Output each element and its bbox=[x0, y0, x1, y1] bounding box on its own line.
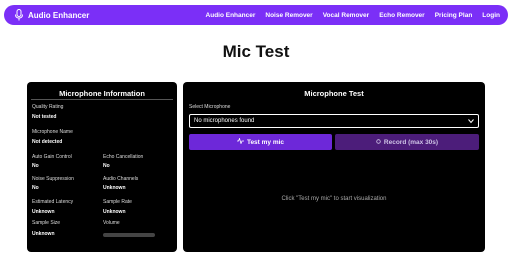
mic-name-label: Microphone Name bbox=[32, 129, 73, 135]
sample-rate-value: Unknown bbox=[103, 209, 126, 215]
test-mic-button[interactable]: Test my mic bbox=[189, 134, 332, 150]
top-navbar: Audio Enhancer Audio Enhancer Noise Remo… bbox=[4, 5, 508, 25]
nav-link-audio-enhancer[interactable]: Audio Enhancer bbox=[206, 12, 256, 19]
brand-name: Audio Enhancer bbox=[28, 10, 90, 20]
page-title: Mic Test bbox=[222, 42, 290, 61]
sample-size-label: Sample Size bbox=[32, 220, 61, 226]
echo-cancel-value: No bbox=[103, 163, 110, 169]
brand-logo[interactable]: Audio Enhancer bbox=[14, 9, 89, 21]
volume-meter bbox=[103, 233, 155, 237]
quality-rating-value: Not tested bbox=[32, 114, 57, 120]
microphone-select[interactable]: No microphones found bbox=[189, 114, 479, 128]
quality-rating-label: Quality Rating bbox=[32, 104, 64, 110]
microphone-icon bbox=[14, 9, 24, 21]
record-icon bbox=[376, 138, 381, 146]
nav-link-noise-remover[interactable]: Noise Remover bbox=[265, 12, 312, 19]
sample-rate-label: Sample Rate bbox=[103, 199, 132, 205]
echo-cancel-label: Echo Cancellation bbox=[103, 154, 144, 160]
mic-name-value: Not detected bbox=[32, 139, 63, 145]
noise-suppression-label: Noise Suppression bbox=[32, 176, 74, 182]
test-mic-label: Test my mic bbox=[246, 138, 285, 146]
record-button[interactable]: Record (max 30s) bbox=[335, 134, 479, 150]
noise-suppression-value: No bbox=[32, 185, 39, 191]
visualization-hint: Click "Test my mic" to start visualizati… bbox=[281, 196, 387, 202]
select-microphone-label: Select Microphone bbox=[189, 104, 231, 110]
latency-value: Unknown bbox=[32, 209, 55, 215]
waveform-icon bbox=[236, 137, 244, 146]
sample-size-value: Unknown bbox=[32, 231, 55, 237]
auto-gain-label: Auto Gain Control bbox=[32, 154, 72, 160]
latency-label: Estimated Latency bbox=[32, 199, 74, 205]
nav-link-vocal-remover[interactable]: Vocal Remover bbox=[323, 12, 369, 19]
record-label: Record (max 30s) bbox=[383, 138, 439, 146]
microphone-select-value: No microphones found bbox=[194, 118, 255, 124]
volume-percent: 0% bbox=[158, 232, 166, 238]
info-panel-title: Microphone Information bbox=[59, 89, 145, 98]
test-panel-title: Microphone Test bbox=[304, 89, 364, 98]
chevron-down-icon bbox=[468, 118, 474, 124]
nav-links: Audio Enhancer Noise Remover Vocal Remov… bbox=[206, 12, 500, 19]
info-panel-divider bbox=[31, 99, 173, 100]
nav-link-echo-remover[interactable]: Echo Remover bbox=[379, 12, 425, 19]
auto-gain-value: No bbox=[32, 163, 39, 169]
nav-link-pricing-plan[interactable]: Pricing Plan bbox=[435, 12, 473, 19]
nav-link-login[interactable]: Login bbox=[482, 12, 500, 19]
audio-channels-value: Unknown bbox=[103, 185, 126, 191]
volume-label: Volume bbox=[103, 220, 120, 226]
audio-channels-label: Audio Channels bbox=[103, 176, 139, 182]
